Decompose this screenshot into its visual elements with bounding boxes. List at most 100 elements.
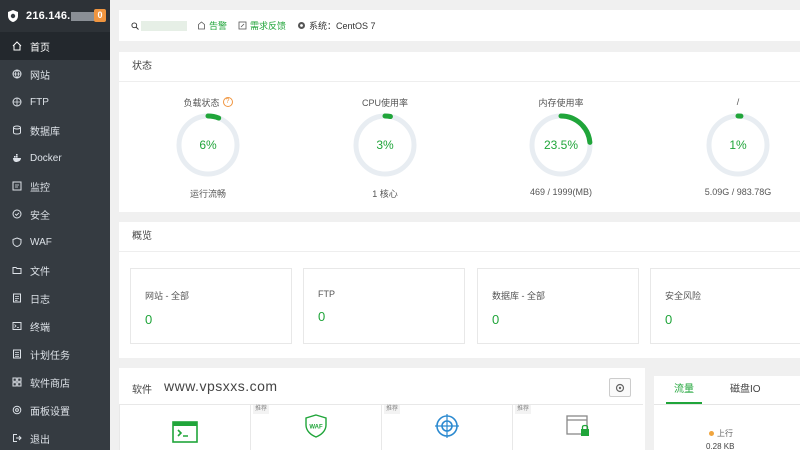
upload-label: 上行 (717, 429, 733, 438)
secure-window-app-icon (566, 415, 589, 436)
sidebar-item-settings[interactable]: 面板设置 (0, 396, 110, 424)
sidebar-item-monitor[interactable]: 监控 (0, 172, 110, 200)
upload-value: 0.28 KB (706, 442, 735, 450)
gauge-label: / (736, 97, 740, 107)
cpu-gauge[interactable]: CPU使用率 3% 1 核心 (325, 96, 445, 200)
gauge-value: 23.5% (543, 138, 579, 152)
server-header: 216.146. 0 (0, 0, 110, 32)
sidebar-item-label: FTP (30, 96, 49, 108)
store-icon (12, 377, 22, 387)
tab-disk-io[interactable]: 磁盘IO (730, 376, 761, 404)
load-gauge[interactable]: 负载状态? 6% 运行流畅 (148, 96, 268, 200)
software-tile-target[interactable]: 推荐 (381, 404, 512, 450)
sidebar-item-label: 数据库 (30, 126, 60, 138)
bell-icon (198, 21, 205, 30)
overview-panel: 概览 网站 - 全部 0 FTP 0 数据库 - 全部 0 安全风险 0 (119, 222, 800, 358)
software-tile-terminal[interactable] (119, 404, 250, 450)
software-tile-waf[interactable]: 推荐 WAF (250, 404, 381, 450)
sidebar-item-cron[interactable]: 计划任务 (0, 340, 110, 368)
overview-card-security[interactable]: 安全风险 0 (650, 268, 800, 344)
sidebar-item-waf[interactable]: WAF (0, 228, 110, 256)
gauge-value: 6% (199, 138, 217, 152)
sidebar-item-label: 日志 (30, 294, 50, 306)
logout-icon (12, 433, 22, 443)
target-app-icon (435, 414, 459, 438)
card-label: FTP (318, 289, 335, 299)
database-icon (12, 125, 22, 135)
software-tile-secure[interactable]: 推荐 (512, 404, 643, 450)
top-bar: 告警 需求反馈 系统：CentOS 7 (119, 10, 800, 41)
card-label: 数据库 - 全部 (492, 291, 545, 301)
task-icon (12, 349, 22, 359)
gauge-sub: 5.09G / 983.78G (704, 187, 772, 197)
gauge-label-wrap: / (678, 96, 798, 108)
settings-icon (12, 405, 22, 415)
overview-card-ftp[interactable]: FTP 0 (303, 268, 465, 344)
waf-app-icon: WAF (305, 414, 327, 438)
traffic-tabs: 流量 磁盘IO (654, 376, 800, 405)
card-label: 网站 - 全部 (145, 291, 189, 301)
folder-icon (12, 265, 22, 275)
gauge-sub: 469 / 1999(MB) (529, 187, 593, 197)
shield-icon (12, 209, 22, 219)
notification-badge[interactable]: 0 (94, 9, 106, 22)
sidebar-item-docker[interactable]: Docker (0, 144, 110, 172)
gauge-ring: 3% (351, 111, 419, 179)
gauge-ring: 6% (174, 111, 242, 179)
sidebar-item-label: 安全 (30, 210, 50, 222)
overview-card-databases[interactable]: 数据库 - 全部 0 (477, 268, 639, 344)
tab-traffic[interactable]: 流量 (666, 376, 702, 404)
card-value: 0 (492, 312, 500, 327)
status-title: 状态 (119, 52, 800, 82)
recommend-tag: 推荐 (253, 405, 270, 414)
alert-link[interactable]: 告警 (197, 19, 227, 32)
disk-gauge[interactable]: / 1% 5.09G / 983.78G (678, 96, 798, 197)
gauge-sub: 运行流畅 (189, 189, 226, 199)
gauge-value: 1% (729, 138, 747, 152)
sidebar-item-database[interactable]: 数据库 (0, 116, 110, 144)
gear-icon (615, 383, 625, 392)
gauge-label: 内存使用率 (538, 97, 584, 108)
gauge-label-wrap: 内存使用率 (501, 96, 621, 108)
sidebar-item-label: 文件 (30, 266, 50, 278)
gauge-value: 3% (376, 138, 394, 152)
sidebar-item-ftp[interactable]: FTP (0, 88, 110, 116)
software-header: 软件 www.vpsxxs.com (119, 368, 645, 408)
card-label: 安全风险 (665, 291, 702, 301)
log-icon (12, 293, 22, 303)
gauge-sub: 1 核心 (372, 189, 398, 199)
sidebar: 216.146. 0 首页 网站 FTP 数据库 Docker 监控 安全 WA… (0, 0, 110, 450)
sidebar-item-logout[interactable]: 退出 (0, 424, 110, 450)
sidebar-item-home[interactable]: 首页 (0, 32, 110, 60)
watermark: www.vpsxxs.com (164, 378, 278, 394)
server-ip: 216.146. (26, 10, 71, 22)
memory-gauge[interactable]: 内存使用率 23.5% 469 / 1999(MB) (501, 96, 621, 197)
sidebar-item-store[interactable]: 软件商店 (0, 368, 110, 396)
sidebar-item-website[interactable]: 网站 (0, 60, 110, 88)
gauge-label-wrap: CPU使用率 (325, 96, 445, 108)
overview-card-websites[interactable]: 网站 - 全部 0 (130, 268, 292, 344)
search-icon (131, 21, 139, 30)
ftp-icon (12, 97, 22, 107)
sidebar-item-label: 面板设置 (30, 406, 70, 418)
sidebar-item-label: 首页 (30, 42, 50, 54)
system-label: 系统：CentOS 7 (309, 21, 376, 31)
recommend-tag: 推荐 (515, 405, 532, 414)
sidebar-item-security[interactable]: 安全 (0, 200, 110, 228)
sidebar-item-logs[interactable]: 日志 (0, 284, 110, 312)
docker-icon (12, 153, 22, 163)
gauge-ring: 1% (704, 111, 772, 179)
sidebar-item-terminal[interactable]: 终端 (0, 312, 110, 340)
terminal-icon (12, 321, 22, 331)
globe-icon (12, 69, 22, 79)
gauge-label: 负载状态 (183, 97, 220, 108)
edit-icon (238, 21, 247, 30)
feedback-link[interactable]: 需求反馈 (238, 19, 286, 32)
recommend-tag: 推荐 (384, 405, 401, 414)
svg-text:WAF: WAF (309, 425, 323, 431)
upload-dot (709, 431, 714, 436)
sidebar-item-files[interactable]: 文件 (0, 256, 110, 284)
home-icon (12, 41, 22, 51)
help-icon[interactable]: ? (222, 97, 233, 107)
software-settings-button[interactable] (609, 378, 631, 397)
